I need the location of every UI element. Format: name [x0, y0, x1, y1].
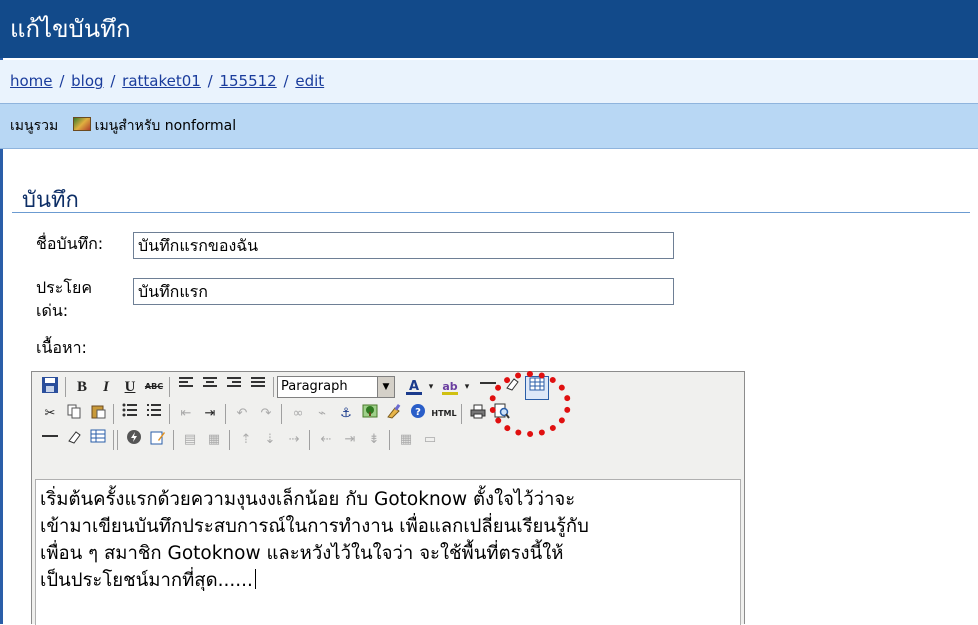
content-label: เนื้อหา: [36, 338, 87, 357]
numbered-list-icon[interactable] [143, 403, 165, 425]
title-input[interactable]: บันทึกแรกของฉัน [133, 232, 674, 259]
title-label: ชื่อบันทึก: [36, 234, 104, 253]
font-color-icon[interactable]: A [403, 376, 425, 398]
image-icon[interactable] [359, 403, 381, 425]
anchor-icon[interactable]: ⚓ [335, 403, 357, 425]
editor-content-line: เพื่อน ๆ สมาชิก Gotoknow และหวังไว้ในใจว… [40, 543, 564, 564]
align-center-icon[interactable] [199, 376, 221, 398]
toolbar-separator [389, 430, 390, 450]
link-icon[interactable]: ∞ [287, 403, 309, 425]
breadcrumb-edit-link[interactable]: edit [295, 72, 324, 90]
breadcrumb-post-link[interactable]: 155512 [219, 72, 276, 90]
underline-icon[interactable]: U [119, 376, 141, 398]
breadcrumb-user-link[interactable]: rattaket01 [122, 72, 201, 90]
delete-row-icon[interactable]: ⇢ [283, 429, 305, 451]
tagline-label-line1: ประโยค [36, 278, 93, 297]
page-title: แก้ไขบันทึก [0, 0, 978, 58]
format-select-value: Paragraph [281, 379, 348, 394]
toolbar-separator [113, 404, 114, 424]
breadcrumb-blog-link[interactable]: blog [71, 72, 103, 90]
breadcrumb-separator: / [59, 72, 65, 90]
menu-item-all[interactable]: เมนูรวม [10, 118, 58, 134]
picture-icon [72, 117, 91, 131]
toolbar-separator [461, 404, 462, 424]
toolbar-separator [65, 377, 66, 397]
align-right-icon[interactable] [223, 376, 245, 398]
menu-item-nonformal[interactable]: เมนูสำหรับ nonformal [72, 117, 237, 134]
align-justify-icon[interactable] [247, 376, 269, 398]
breadcrumb-separator: / [207, 72, 213, 90]
menu-item-nonformal-label: เมนูสำหรับ nonformal [94, 118, 237, 134]
toolbar-separator [309, 430, 310, 450]
table-row-props-icon[interactable]: ▤ [179, 429, 201, 451]
insert-col-before-icon[interactable]: ⇠ [315, 429, 337, 451]
cut-icon[interactable]: ✂ [39, 403, 61, 425]
rich-text-editor: B I U ABC Paragraph ▼ A ▾ ab ▾ ✂ ⇤ ⇥ ↶ ↷… [31, 371, 745, 625]
insert-col-after-icon[interactable]: ⇥ [339, 429, 361, 451]
print-icon[interactable] [467, 403, 489, 425]
toolbar-separator [169, 404, 170, 424]
breadcrumb-separator: / [110, 72, 116, 90]
cleanup-icon[interactable] [383, 403, 405, 425]
edit-icon[interactable] [147, 429, 169, 451]
split-cells-icon[interactable]: ▦ [395, 429, 417, 451]
horizontal-rule-icon[interactable] [39, 429, 61, 451]
editor-content-line: เป็นประโยชน์มากที่สุด...... [40, 570, 253, 591]
table-icon[interactable] [87, 429, 109, 451]
table-cell-props-icon[interactable]: ▦ [203, 429, 225, 451]
paste-icon[interactable] [87, 403, 109, 425]
flash-icon[interactable] [123, 429, 145, 451]
indent-icon[interactable]: ⇥ [199, 403, 221, 425]
toolbar-separator [229, 430, 230, 450]
insert-row-before-icon[interactable]: ⇡ [235, 429, 257, 451]
italic-icon[interactable]: I [95, 376, 117, 398]
tagline-label-line2: เด่น: [36, 301, 69, 320]
editor-content-last-line: เป็นประโยชน์มากที่สุด...... [40, 567, 736, 594]
bold-icon[interactable]: B [71, 376, 93, 398]
editor-content-area[interactable]: เริ่มต้นครั้งแรกด้วยความงุนงงเล็กน้อย กั… [35, 479, 741, 625]
delete-col-icon[interactable]: ⇟ [363, 429, 385, 451]
editor-content-line: เริ่มต้นครั้งแรกด้วยความงุนงงเล็กน้อย กั… [40, 489, 576, 510]
toolbar-separator [225, 404, 226, 424]
format-select[interactable]: Paragraph ▼ [277, 376, 395, 398]
highlight-circle-annotation [489, 371, 571, 437]
outdent-icon[interactable]: ⇤ [175, 403, 197, 425]
align-left-icon[interactable] [175, 376, 197, 398]
highlight-color-icon[interactable]: ab [439, 376, 461, 398]
svg-text:?: ? [415, 407, 421, 418]
redo-icon[interactable]: ↷ [255, 403, 277, 425]
toolbar-separator [281, 404, 282, 424]
help-icon[interactable]: ? [407, 403, 429, 425]
bullet-list-icon[interactable] [119, 403, 141, 425]
editor-content-line: เข้ามาเขียนบันทึกประสบการณ์ในการทำงาน เพ… [40, 516, 589, 537]
toolbar-separator [173, 430, 174, 450]
eraser-icon[interactable] [63, 429, 85, 451]
html-icon[interactable]: HTML [431, 403, 457, 425]
insert-row-after-icon[interactable]: ⇣ [259, 429, 281, 451]
breadcrumb: home / blog / rattaket01 / 155512 / edit [0, 60, 978, 103]
toolbar-separator [273, 377, 274, 397]
chevron-down-icon[interactable]: ▾ [461, 376, 473, 398]
chevron-down-icon: ▼ [377, 377, 394, 397]
text-cursor [254, 569, 256, 589]
unlink-icon[interactable]: ⌁ [311, 403, 333, 425]
save-icon[interactable] [39, 376, 61, 398]
toolbar-separator [169, 377, 170, 397]
merge-cells-icon[interactable]: ▭ [419, 429, 441, 451]
toolbar-separator [117, 430, 118, 450]
strikethrough-icon[interactable]: ABC [143, 376, 165, 398]
section-divider [12, 212, 970, 213]
breadcrumb-home-link[interactable]: home [10, 72, 53, 90]
menu-bar: เมนูรวม เมนูสำหรับ nonformal [0, 103, 978, 149]
tagline-input[interactable]: บันทึกแรก [133, 278, 674, 305]
copy-icon[interactable] [63, 403, 85, 425]
breadcrumb-separator: / [283, 72, 289, 90]
toolbar-separator [113, 430, 114, 450]
chevron-down-icon[interactable]: ▾ [425, 376, 437, 398]
undo-icon[interactable]: ↶ [231, 403, 253, 425]
